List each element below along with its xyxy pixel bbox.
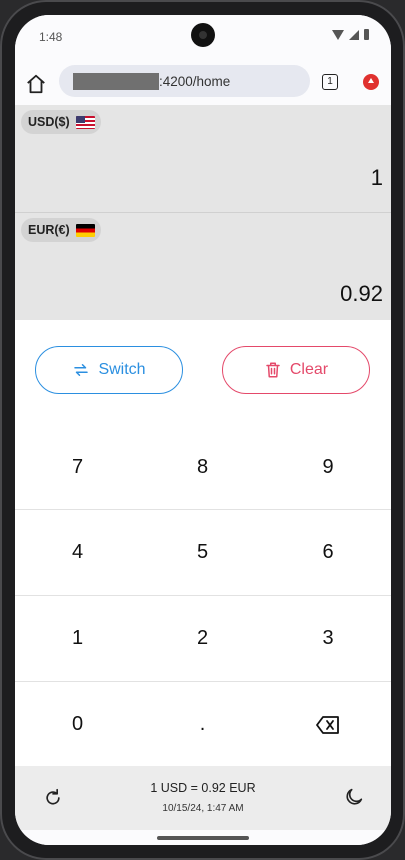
screen: 1:48 :4200/home 1 USD($) 1 EUR(€) 0.92 S… (15, 15, 391, 845)
battery-icon (364, 29, 369, 40)
key-9[interactable]: 9 (265, 425, 391, 510)
to-currency-panel[interactable]: EUR(€) 0.92 (15, 213, 391, 320)
rate-footer: 1 USD = 0.92 EUR 10/15/24, 1:47 AM (15, 766, 391, 830)
url-redacted (73, 73, 159, 90)
switch-label: Switch (98, 361, 146, 378)
key-6[interactable]: 6 (265, 510, 391, 595)
from-currency-chip[interactable]: USD($) (21, 110, 101, 134)
swap-icon (74, 364, 89, 376)
switch-button[interactable]: Switch (35, 346, 183, 394)
key-2[interactable]: 2 (140, 596, 265, 681)
to-currency-label: EUR(€) (28, 223, 70, 237)
key-3[interactable]: 3 (265, 596, 391, 681)
backspace-button[interactable] (265, 682, 391, 767)
exchange-rate-text: 1 USD = 0.92 EUR (150, 781, 256, 795)
key-8[interactable]: 8 (140, 425, 265, 510)
extension-icon[interactable] (363, 74, 379, 90)
key-decimal[interactable]: . (140, 682, 265, 767)
us-flag-icon (75, 115, 95, 129)
keypad: 7 8 9 4 5 6 1 2 3 0 . (15, 425, 391, 767)
from-currency-panel[interactable]: USD($) 1 (15, 105, 391, 213)
backspace-icon (316, 715, 339, 734)
url-text: :4200/home (159, 74, 231, 89)
status-time: 1:48 (39, 30, 63, 44)
to-amount: 0.92 (340, 281, 383, 306)
to-currency-chip[interactable]: EUR(€) (21, 218, 101, 242)
wifi-icon (332, 29, 344, 40)
gesture-bar (15, 830, 391, 845)
address-bar[interactable]: :4200/home (59, 65, 310, 97)
home-icon[interactable] (25, 73, 47, 95)
key-0[interactable]: 0 (15, 682, 140, 767)
clear-label: Clear (289, 361, 329, 378)
from-currency-label: USD($) (28, 115, 70, 129)
trash-icon (266, 362, 280, 378)
germany-flag-icon (75, 223, 95, 237)
rate-updated-time: 10/15/24, 1:47 AM (162, 803, 244, 814)
key-4[interactable]: 4 (15, 510, 140, 595)
browser-toolbar: :4200/home 1 (15, 61, 391, 107)
from-amount: 1 (370, 165, 383, 190)
actions-row: Switch Clear (15, 320, 391, 425)
key-5[interactable]: 5 (140, 510, 265, 595)
key-7[interactable]: 7 (15, 425, 140, 510)
clear-button[interactable]: Clear (222, 346, 370, 394)
key-1[interactable]: 1 (15, 596, 140, 681)
moon-icon[interactable] (343, 786, 365, 808)
signal-icon (349, 29, 359, 40)
status-icons (332, 29, 369, 40)
status-bar: 1:48 (15, 15, 391, 61)
tabs-icon[interactable]: 1 (322, 74, 338, 90)
home-gesture-handle[interactable] (157, 836, 249, 840)
camera-cutout (191, 23, 215, 47)
